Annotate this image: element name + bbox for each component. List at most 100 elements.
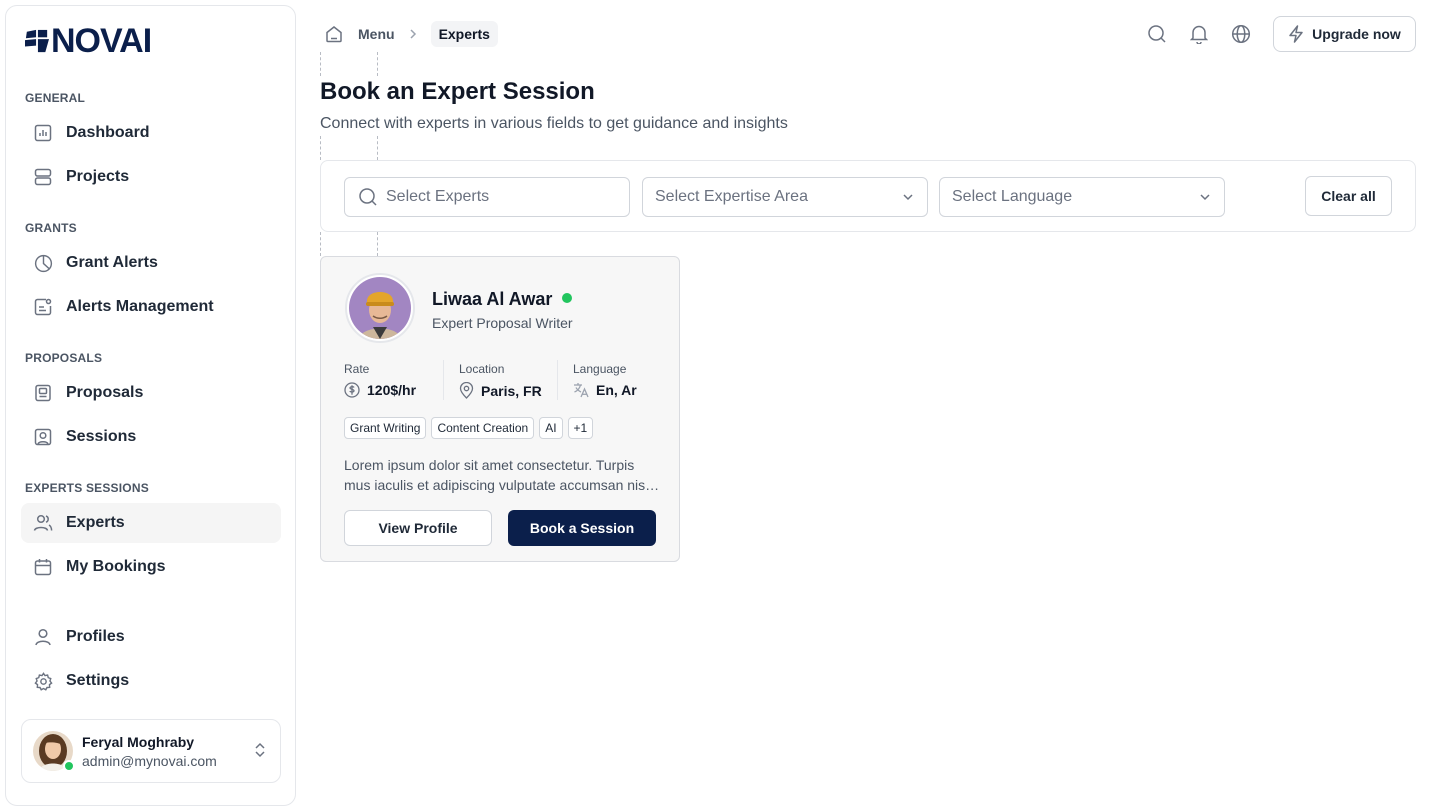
- section-label-experts-sessions: EXPERTS SESSIONS: [25, 481, 149, 495]
- breadcrumb-current: Experts: [430, 21, 498, 47]
- online-status-dot: [562, 293, 572, 303]
- select-expertise-dropdown[interactable]: Select Expertise Area: [642, 177, 928, 217]
- location-value: Paris, FR: [481, 382, 542, 399]
- filter-bar: Select Experts Select Expertise Area Sel…: [320, 160, 1416, 232]
- tag: Grant Writing: [344, 417, 427, 439]
- page-subtitle: Connect with experts in various fields t…: [320, 115, 788, 132]
- sidebar-item-label: Grant Alerts: [66, 254, 158, 271]
- rate-value: 120$/hr: [367, 382, 417, 398]
- user-name: Feryal Moghraby: [82, 733, 195, 750]
- sidebar-item-label: Settings: [66, 672, 130, 689]
- logo-mark-icon: [25, 29, 49, 53]
- sidebar-item-dashboard[interactable]: Dashboard: [21, 113, 281, 153]
- sidebar-item-profiles[interactable]: Profiles: [21, 617, 281, 657]
- expert-title: Expert Proposal Writer: [432, 315, 573, 331]
- calendar-icon: [33, 557, 53, 577]
- sidebar-item-label: Profiles: [66, 628, 125, 645]
- document-icon: [33, 383, 53, 403]
- avatar: [33, 731, 75, 772]
- user-card[interactable]: Feryal Moghraby admin@mynovai.com: [21, 719, 281, 783]
- divider: [443, 360, 444, 400]
- section-label-general: GENERAL: [25, 91, 86, 105]
- online-status-dot: [63, 760, 75, 772]
- sidebar-item-label: Experts: [66, 514, 125, 531]
- sidebar: NOVAI GENERAL Dashboard Projects GRANTS …: [5, 5, 296, 806]
- server-icon: [33, 167, 53, 187]
- sidebar-item-projects[interactable]: Projects: [21, 157, 281, 197]
- user-email: admin@mynovai.com: [82, 752, 217, 769]
- breadcrumb: Menu Experts: [320, 20, 498, 48]
- chart-icon: [33, 123, 53, 143]
- sidebar-item-label: Dashboard: [66, 124, 150, 141]
- search-icon: [359, 188, 377, 206]
- dashed-guide: [377, 136, 378, 160]
- pie-chart-icon: [33, 253, 53, 273]
- clear-all-button[interactable]: Clear all: [1305, 176, 1392, 216]
- rate-label: Rate: [344, 362, 370, 376]
- dollar-icon: [344, 382, 360, 398]
- breadcrumb-menu[interactable]: Menu: [358, 26, 395, 42]
- user-square-icon: [33, 427, 53, 447]
- sidebar-item-my-bookings[interactable]: My Bookings: [21, 547, 281, 587]
- translate-icon: [574, 383, 589, 398]
- select-language-dropdown[interactable]: Select Language: [939, 177, 1225, 217]
- expert-tags: Grant Writing Content Creation AI +1: [344, 417, 594, 439]
- select-experts-placeholder: Select Experts: [386, 188, 490, 205]
- sidebar-item-label: Projects: [66, 168, 130, 185]
- section-label-grants: GRANTS: [25, 221, 77, 235]
- gear-icon: [33, 671, 53, 691]
- sidebar-item-label: Proposals: [66, 384, 144, 401]
- upgrade-button[interactable]: Upgrade now: [1273, 16, 1416, 52]
- dashed-guide: [320, 136, 321, 160]
- logo-text: NOVAI: [51, 22, 152, 60]
- location-label: Location: [459, 362, 505, 376]
- sidebar-item-grant-alerts[interactable]: Grant Alerts: [21, 243, 281, 283]
- sidebar-item-label: My Bookings: [66, 558, 166, 575]
- bell-icon[interactable]: [1187, 22, 1211, 46]
- select-experts-input[interactable]: Select Experts: [344, 177, 630, 217]
- chevron-down-icon: [1200, 194, 1210, 201]
- sidebar-item-proposals[interactable]: Proposals: [21, 373, 281, 413]
- select-expertise-placeholder: Select Expertise Area: [655, 188, 808, 205]
- sidebar-item-experts[interactable]: Experts: [21, 503, 281, 543]
- tag: Content Creation: [431, 417, 535, 439]
- language-value: En, Ar: [596, 382, 637, 398]
- expert-description: Lorem ipsum dolor sit amet consectetur. …: [344, 457, 649, 493]
- dashed-guide: [320, 232, 321, 256]
- user-icon: [33, 627, 53, 647]
- dashed-guide: [377, 52, 378, 76]
- view-profile-button[interactable]: View Profile: [344, 510, 492, 546]
- globe-icon[interactable]: [1229, 22, 1253, 46]
- select-language-placeholder: Select Language: [952, 188, 1073, 205]
- rate-stat: Rate 120$/hr: [344, 362, 416, 398]
- divider: [557, 360, 558, 400]
- dashed-guide: [320, 52, 321, 76]
- logo[interactable]: NOVAI: [25, 22, 152, 60]
- sidebar-item-alerts-management[interactable]: Alerts Management: [21, 287, 281, 327]
- users-icon: [33, 513, 53, 533]
- lightning-icon: [1289, 25, 1303, 43]
- tag: AI: [539, 417, 563, 439]
- book-session-button[interactable]: Book a Session: [508, 510, 656, 546]
- tag-more[interactable]: +1: [567, 417, 594, 439]
- section-label-proposals: PROPOSALS: [25, 351, 103, 365]
- language-label: Language: [573, 362, 627, 376]
- sidebar-item-label: Sessions: [66, 428, 137, 445]
- location-stat: Location Paris, FR: [459, 362, 542, 399]
- sidebar-item-sessions[interactable]: Sessions: [21, 417, 281, 457]
- page-title: Book an Expert Session: [320, 78, 595, 105]
- expert-avatar: [345, 273, 415, 343]
- sidebar-item-label: Alerts Management: [66, 298, 214, 315]
- chevron-up-down-icon[interactable]: [254, 742, 266, 763]
- home-icon[interactable]: [320, 20, 348, 48]
- location-pin-icon: [459, 382, 474, 399]
- upgrade-label: Upgrade now: [1312, 26, 1401, 42]
- dashed-guide: [377, 232, 378, 256]
- expert-card: Liwaa Al Awar Expert Proposal Writer Rat…: [320, 256, 680, 562]
- language-stat: Language En, Ar: [573, 362, 637, 398]
- chevron-right-icon: [409, 28, 417, 40]
- search-icon[interactable]: [1145, 22, 1169, 46]
- chevron-down-icon: [903, 194, 913, 201]
- sidebar-item-settings[interactable]: Settings: [21, 661, 281, 701]
- expert-name[interactable]: Liwaa Al Awar: [432, 289, 552, 310]
